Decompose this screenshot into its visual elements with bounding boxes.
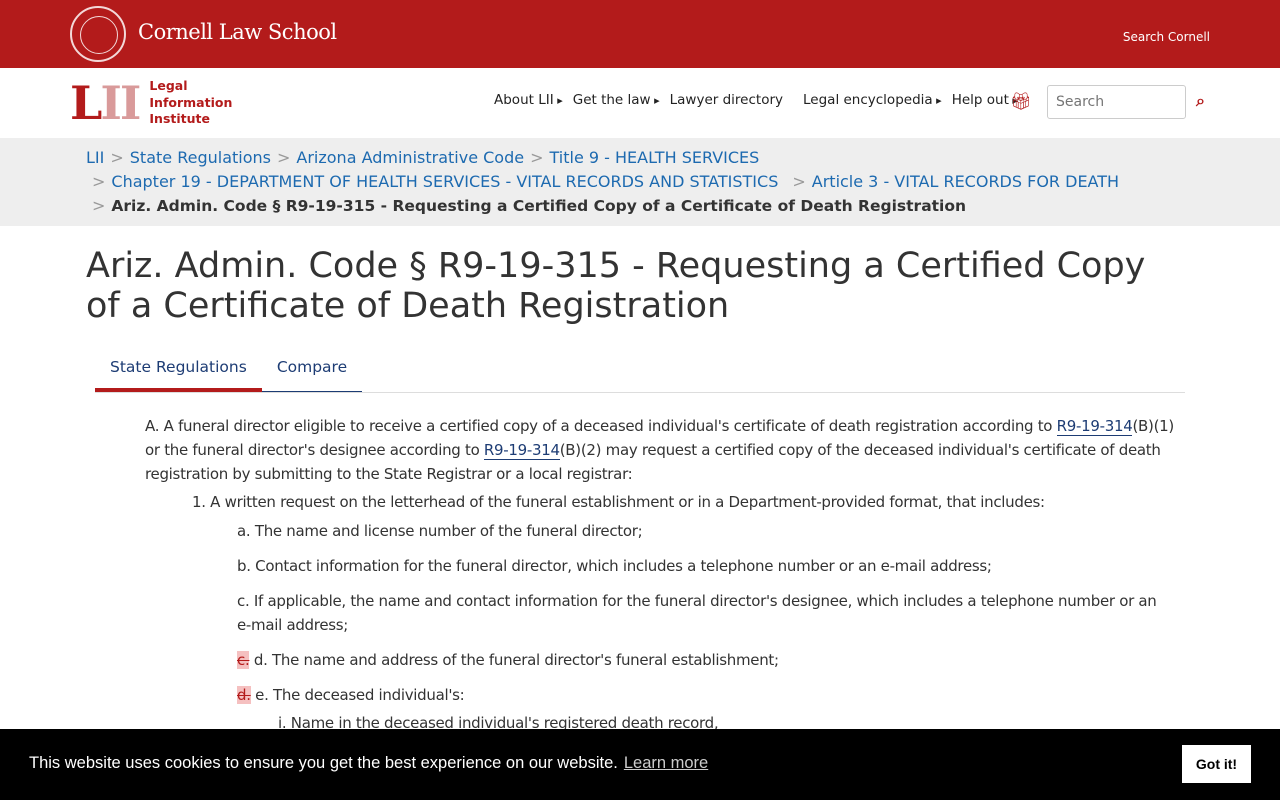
got-it-button[interactable]: Got it! <box>1182 745 1251 783</box>
deleted-text: d. <box>237 686 251 704</box>
breadcrumb-arizona-code[interactable]: Arizona Administrative Code <box>296 148 524 167</box>
lii-text: Information <box>149 94 233 110</box>
search-input[interactable] <box>1047 85 1186 119</box>
paragraph-b-sub: b. Contact information for the funeral d… <box>237 557 992 575</box>
paragraph-e-sub: d. e. The deceased individual's: <box>237 683 1175 707</box>
link-r9-19-314[interactable]: R9-19-314 <box>483 441 560 460</box>
cornell-seal-icon[interactable] <box>70 6 126 62</box>
paragraph-d-sub: c. d. The name and address of the funera… <box>237 648 1175 672</box>
paragraph-a: A. A funeral director eligible to receiv… <box>145 414 1175 486</box>
link-r9-19-314[interactable]: R9-19-314 <box>1056 417 1133 436</box>
nav-help-out[interactable]: Help out <box>952 92 1018 108</box>
breadcrumb: LII > State Regulations > Arizona Administra… <box>0 138 1280 226</box>
lii-text: Institute <box>149 111 210 127</box>
cookie-banner: This website uses cookies to ensure you … <box>0 729 1280 800</box>
breadcrumb-state-regulations[interactable]: State Regulations <box>130 148 271 167</box>
breadcrumb-chapter-19[interactable]: Chapter 19 - DEPARTMENT OF HEALTH SERVIC… <box>111 172 778 191</box>
paragraph-a-sub: a. The name and license number of the fu… <box>237 522 643 540</box>
nav-lawyer-directory[interactable]: Lawyer directory <box>670 92 783 108</box>
search-icon[interactable]: ⌕ <box>1196 91 1205 111</box>
breadcrumb-article-3[interactable]: Article 3 - VITAL RECORDS FOR DEATH <box>812 172 1119 191</box>
cookie-message: This website uses cookies to ensure you … <box>29 754 618 772</box>
cornell-law-school-logo[interactable]: Cornell Law School <box>138 20 337 44</box>
text: d. The name and address of the funeral d… <box>249 651 779 669</box>
tabs: State Regulations Compare <box>95 350 1185 393</box>
nav-about-lii[interactable]: About LII <box>494 92 563 108</box>
tab-state-regulations[interactable]: State Regulations <box>95 350 262 392</box>
search-cornell-link[interactable]: Search Cornell <box>1123 30 1210 44</box>
breadcrumb-title-9[interactable]: Title 9 - HEALTH SERVICES <box>550 148 760 167</box>
nav-legal-encyclopedia[interactable]: Legal encyclopedia <box>803 92 942 108</box>
lii-text: Legal <box>149 78 188 94</box>
regulation-text: A. A funeral director eligible to receiv… <box>145 414 1175 735</box>
gift-icon[interactable]: 🎁︎ <box>1010 92 1032 112</box>
paragraph-1: 1. A written request on the letterhead o… <box>192 493 1045 511</box>
lii-logo[interactable]: LII Legal Information Institute <box>70 78 232 128</box>
text: e. The deceased individual's: <box>250 686 465 704</box>
lii-mark: LII <box>70 76 141 130</box>
learn-more-link[interactable]: Learn more <box>624 754 708 772</box>
breadcrumb-lii[interactable]: LII <box>86 148 104 167</box>
cornell-header: Cornell Law School Search Cornell <box>0 0 1280 68</box>
nav-get-the-law[interactable]: Get the law <box>573 92 660 108</box>
text: A. A funeral director eligible to receiv… <box>145 417 1057 435</box>
paragraph-c-sub: c. If applicable, the name and contact i… <box>237 592 1157 634</box>
page-title: Ariz. Admin. Code § R9-19-315 - Requesti… <box>86 246 1146 326</box>
tab-compare[interactable]: Compare <box>261 350 363 392</box>
breadcrumb-current: Ariz. Admin. Code § R9-19-315 - Requesti… <box>111 197 967 215</box>
deleted-text: c. <box>237 651 250 669</box>
